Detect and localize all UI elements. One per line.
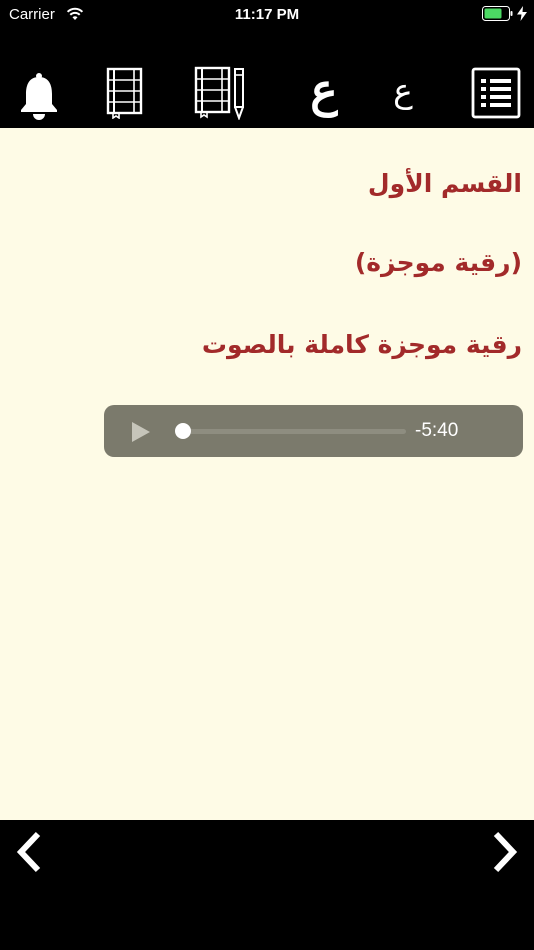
font-small-label: ع xyxy=(393,70,413,110)
battery-icon xyxy=(482,6,514,25)
chevron-right-icon[interactable] xyxy=(485,830,525,874)
notebook-pencil-icon[interactable] xyxy=(191,63,249,123)
content-area: القسم الأول (رقية موجزة) رقية موجزة كامل… xyxy=(0,128,534,820)
font-large-icon[interactable]: ع xyxy=(297,60,351,120)
status-bar: Carrier 11:17 PM xyxy=(0,0,534,30)
bell-icon[interactable] xyxy=(17,66,61,126)
clock: 11:17 PM xyxy=(234,6,300,23)
list-icon[interactable] xyxy=(470,63,522,123)
toolbar: ع ع xyxy=(0,30,534,128)
audio-title: رقية موجزة كاملة بالصوت xyxy=(201,330,522,359)
font-large-label: ع xyxy=(310,63,338,117)
bottom-bar xyxy=(0,820,534,950)
play-button[interactable] xyxy=(130,420,152,448)
chevron-left-icon[interactable] xyxy=(9,830,49,874)
audio-player: -5:40 xyxy=(104,405,523,457)
remaining-time: -5:40 xyxy=(415,420,459,441)
audio-scrubber-thumb[interactable] xyxy=(175,423,191,439)
font-small-icon[interactable]: ع xyxy=(380,60,426,120)
section-heading: القسم الأول xyxy=(367,169,522,198)
subtitle-heading: (رقية موجزة) xyxy=(354,248,522,277)
audio-progress-track[interactable] xyxy=(179,429,406,434)
charging-bolt-icon xyxy=(517,6,527,25)
notebook-icon[interactable] xyxy=(101,63,147,123)
